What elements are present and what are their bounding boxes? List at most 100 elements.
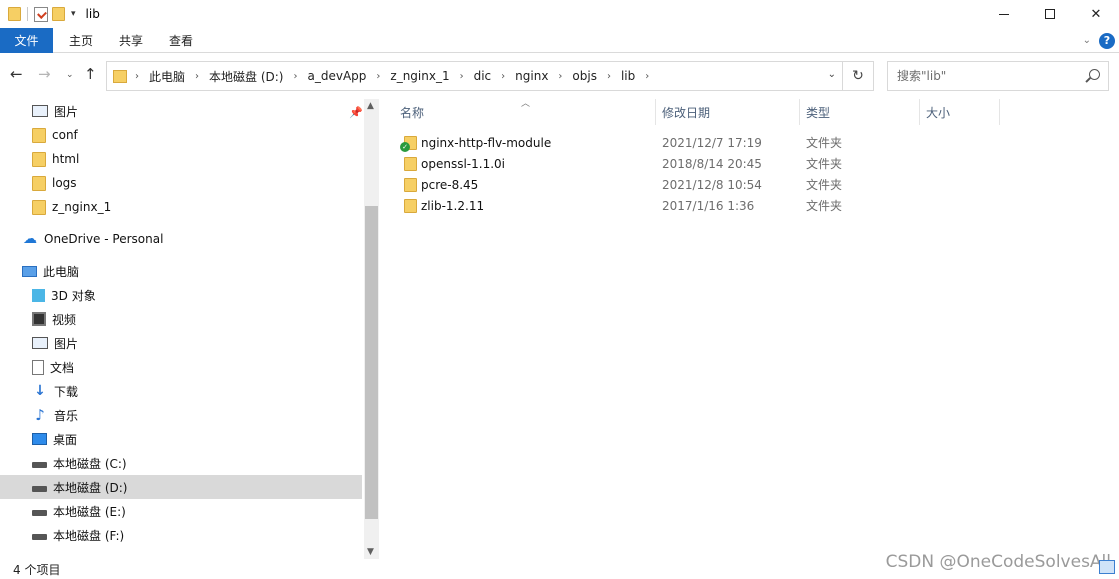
folder-icon (32, 175, 46, 191)
breadcrumb-item[interactable]: z_nginx_1 (390, 69, 449, 83)
navigation-bar: ← → ⌄ ↑ › 此电脑 › 本地磁盘 (D:) › a_devApp › z_ng… (0, 61, 1119, 91)
new-folder-icon[interactable] (52, 7, 65, 21)
chevron-right-icon[interactable]: › (293, 71, 297, 82)
nav-item-z-nginx-1[interactable]: z_nginx_1 (0, 195, 362, 219)
chevron-right-icon[interactable]: › (135, 71, 139, 82)
file-row[interactable]: pcre-8.45 2021/12/8 10:54 文件夹 (397, 174, 867, 195)
search-box[interactable] (887, 61, 1109, 91)
nav-item-music[interactable]: ♪ 音乐 (0, 403, 362, 427)
search-input[interactable] (897, 69, 1077, 83)
nav-item-label: html (52, 152, 80, 166)
ribbon-controls: ⌄ ? (1083, 28, 1119, 53)
search-icon[interactable] (1089, 69, 1100, 80)
address-bar[interactable]: › 此电脑 › 本地磁盘 (D:) › a_devApp › z_nginx_1 › d… (106, 61, 843, 91)
breadcrumb-item[interactable]: dic (474, 69, 492, 83)
back-arrow-icon[interactable]: ← (10, 65, 23, 83)
file-row[interactable]: zlib-1.2.11 2017/1/16 1:36 文件夹 (397, 195, 867, 216)
nav-item-label: 本地磁盘 (E:) (53, 504, 126, 519)
expand-ribbon-icon[interactable]: ⌄ (1083, 35, 1091, 46)
file-name: nginx-http-flv-module (421, 135, 552, 150)
chevron-right-icon[interactable]: › (460, 71, 464, 82)
scroll-down-icon[interactable]: ▼ (367, 547, 374, 557)
close-button[interactable]: ✕ (1073, 0, 1119, 28)
tab-home[interactable]: 主页 (56, 28, 106, 53)
pictures-icon (32, 337, 48, 349)
chevron-right-icon[interactable]: › (376, 71, 380, 82)
nav-item-logs[interactable]: logs (0, 171, 362, 195)
chevron-right-icon[interactable]: › (558, 71, 562, 82)
view-toggle (1099, 560, 1115, 574)
file-row[interactable]: ✓ nginx-http-flv-module 2021/12/7 17:19 … (397, 132, 867, 153)
column-header-type[interactable]: 类型 (800, 99, 920, 125)
nav-item-html[interactable]: html (0, 147, 362, 171)
scrollbar-thumb[interactable] (365, 206, 378, 519)
column-header-date[interactable]: 修改日期 (656, 99, 800, 125)
file-type: 文件夹 (806, 136, 843, 150)
nav-item-drive-f[interactable]: 本地磁盘 (F:) (0, 523, 362, 547)
file-date: 2021/12/8 10:54 (662, 177, 762, 192)
tab-share[interactable]: 共享 (106, 28, 156, 53)
breadcrumb-item[interactable]: nginx (515, 69, 548, 83)
file-name: openssl-1.1.0i (421, 156, 505, 171)
column-label: 大小 (926, 105, 951, 120)
file-type: 文件夹 (806, 199, 843, 213)
refresh-icon: ↻ (852, 68, 864, 84)
nav-item-this-pc[interactable]: 此电脑 (0, 259, 362, 283)
details-view-icon[interactable] (1099, 560, 1115, 574)
cloud-icon: ☁ (23, 231, 37, 247)
nav-item-label: 本地磁盘 (D:) (53, 480, 128, 495)
chevron-right-icon[interactable]: › (501, 71, 505, 82)
breadcrumb-item[interactable]: lib (621, 69, 635, 83)
documents-icon (32, 359, 44, 375)
nav-item-onedrive[interactable]: ☁ OneDrive - Personal (0, 227, 362, 251)
folder-icon (404, 199, 417, 213)
breadcrumb-item[interactable]: objs (572, 69, 597, 83)
nav-item-videos[interactable]: 视频 (0, 307, 362, 331)
nav-item-label: 桌面 (53, 432, 78, 447)
nav-scrollbar[interactable]: ▲ ▼ (364, 99, 379, 559)
recent-locations-icon[interactable]: ⌄ (66, 70, 74, 80)
breadcrumb-item[interactable]: 此电脑 (149, 68, 185, 85)
minimize-icon (999, 13, 1009, 15)
column-header-name[interactable]: 名称 (394, 99, 656, 125)
file-date: 2017/1/16 1:36 (662, 198, 755, 213)
breadcrumb-item[interactable]: 本地磁盘 (D:) (209, 68, 283, 85)
minimize-button[interactable] (981, 0, 1027, 28)
nav-item-conf[interactable]: conf (0, 123, 362, 147)
up-arrow-icon[interactable]: ↑ (84, 65, 97, 83)
file-row[interactable]: openssl-1.1.0i 2018/8/14 20:45 文件夹 (397, 153, 867, 174)
nav-item-3d-objects[interactable]: 3D 对象 (0, 283, 362, 307)
downloads-icon: ↓ (34, 383, 46, 399)
chevron-right-icon[interactable]: › (645, 71, 649, 82)
chevron-right-icon[interactable]: › (195, 71, 199, 82)
file-date: 2018/8/14 20:45 (662, 156, 762, 171)
address-history-icon[interactable]: ⌄ (828, 69, 836, 80)
nav-item-desktop[interactable]: 桌面 (0, 427, 362, 451)
properties-icon[interactable] (34, 6, 48, 22)
chevron-right-icon[interactable]: › (607, 71, 611, 82)
nav-item-label: 音乐 (54, 408, 79, 423)
nav-item-drive-c[interactable]: 本地磁盘 (C:) (0, 451, 362, 475)
help-icon[interactable]: ? (1099, 32, 1115, 49)
refresh-button[interactable]: ↻ (843, 61, 874, 91)
chevron-down-icon[interactable]: ▾ (71, 9, 76, 19)
scroll-up-icon[interactable]: ▲ (367, 101, 374, 111)
forward-arrow-icon[interactable]: → (38, 65, 51, 83)
watermark: CSDN @OneCodeSolvesAll (885, 552, 1111, 572)
nav-item-downloads[interactable]: ↓ 下载 (0, 379, 362, 403)
quick-access-toolbar: ▾ (0, 6, 76, 22)
column-header-size[interactable]: 大小 (920, 99, 1000, 125)
maximize-button[interactable] (1027, 0, 1073, 28)
nav-item-drive-d[interactable]: 本地磁盘 (D:) (0, 475, 362, 499)
breadcrumb: 此电脑 › 本地磁盘 (D:) › a_devApp › z_nginx_1 › dic… (149, 68, 659, 85)
nav-item-pictures[interactable]: 图片 (0, 99, 362, 123)
tab-view[interactable]: 查看 (156, 28, 206, 53)
nav-item-documents[interactable]: 文档 (0, 355, 362, 379)
nav-item-pictures-pc[interactable]: 图片 (0, 331, 362, 355)
file-name: zlib-1.2.11 (421, 198, 485, 213)
drive-icon (32, 510, 47, 516)
breadcrumb-item[interactable]: a_devApp (307, 69, 366, 83)
nav-item-drive-e[interactable]: 本地磁盘 (E:) (0, 499, 362, 523)
nav-item-label: 下载 (54, 384, 79, 399)
tab-file[interactable]: 文件 (0, 27, 53, 53)
